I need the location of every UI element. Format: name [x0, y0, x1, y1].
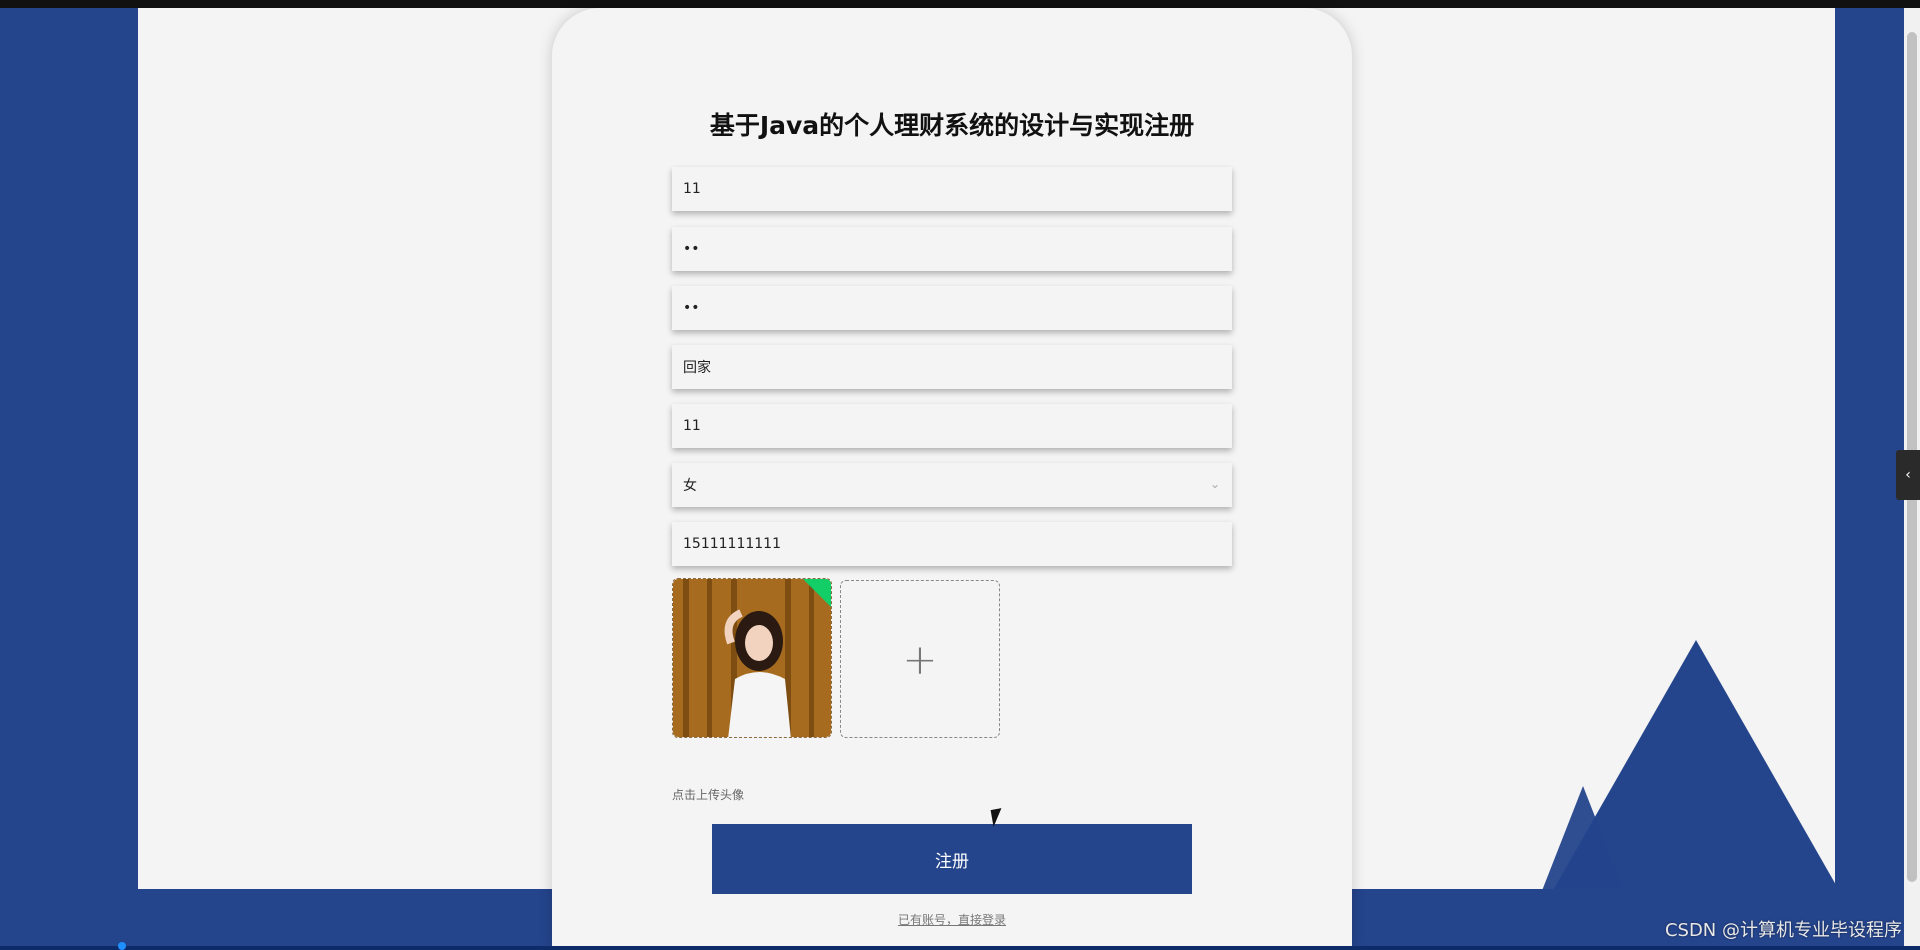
confirm-password-value: ••: [683, 300, 700, 316]
chevron-left-icon: ‹: [1905, 467, 1911, 483]
gender-value: 女: [683, 478, 697, 494]
uploaded-check-badge: [803, 579, 831, 607]
password-value: ••: [683, 241, 700, 257]
upload-hint: 点击上传头像: [672, 788, 745, 802]
register-card: 基于Java的个人理财系统的设计与实现注册 11 •• •• 回家 11 女 ⌄…: [552, 8, 1352, 950]
bottom-bar: [0, 946, 1920, 950]
taskbar-dot: [118, 942, 126, 950]
password-field[interactable]: ••: [672, 227, 1232, 271]
username-value: 11: [683, 181, 701, 197]
name-field[interactable]: 回家: [672, 345, 1232, 389]
phone-field[interactable]: 15111111111: [672, 522, 1232, 566]
chevron-down-icon: ⌄: [1209, 477, 1220, 491]
age-field[interactable]: 11: [672, 404, 1232, 448]
login-link[interactable]: 已有账号，直接登录: [552, 911, 1352, 928]
confirm-password-field[interactable]: ••: [672, 286, 1232, 330]
avatar-preview[interactable]: [672, 578, 832, 738]
register-button[interactable]: 注册: [712, 824, 1192, 894]
username-field[interactable]: 11: [672, 167, 1232, 211]
plus-icon: +: [902, 634, 938, 684]
name-value: 回家: [683, 360, 711, 376]
watermark: CSDN @计算机专业毕设程序: [1664, 920, 1902, 941]
age-value: 11: [683, 418, 701, 434]
decor-mountain-small: [1536, 786, 1630, 889]
phone-value: 15111111111: [683, 536, 781, 552]
side-panel-toggle[interactable]: ‹: [1896, 450, 1920, 500]
browser-top-bar: [0, 0, 1920, 8]
page-title: 基于Java的个人理财系统的设计与实现注册: [709, 111, 1195, 140]
add-avatar-button[interactable]: +: [840, 580, 1000, 738]
gender-select[interactable]: 女 ⌄: [672, 463, 1232, 507]
